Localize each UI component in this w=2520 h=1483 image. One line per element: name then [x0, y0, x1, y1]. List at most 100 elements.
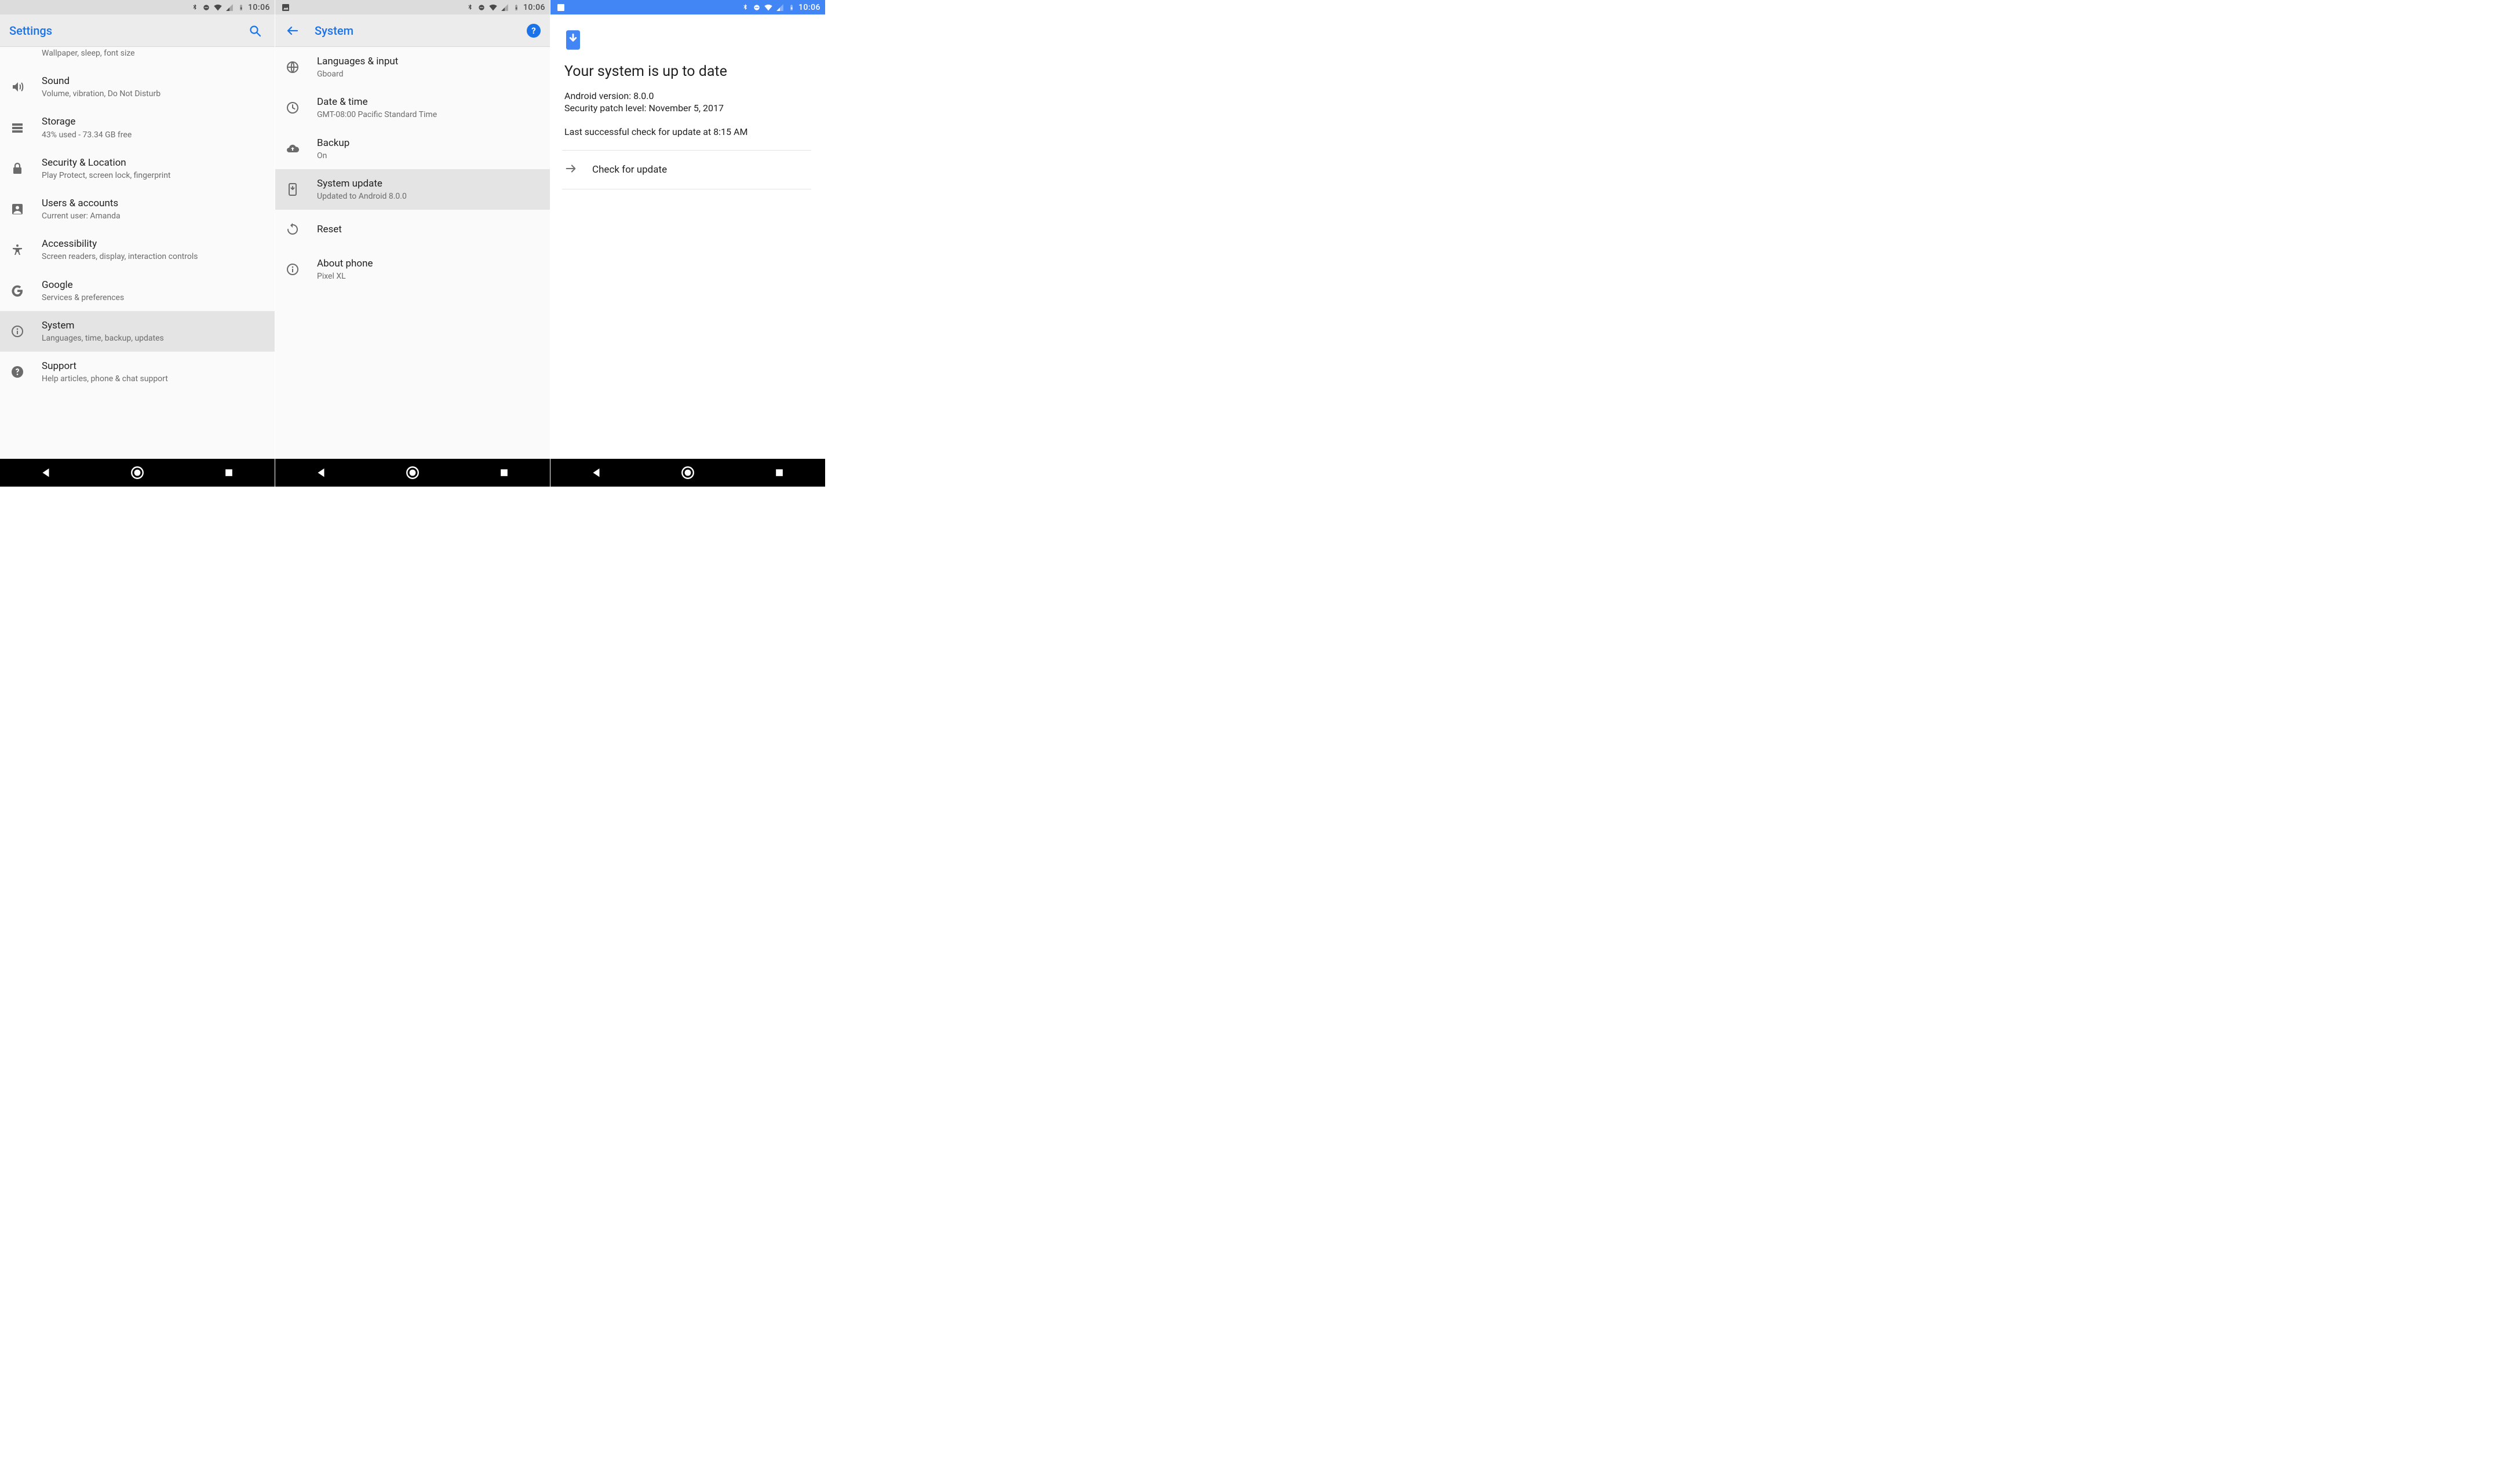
system-item-reset[interactable]: Reset	[275, 210, 550, 249]
list-title: Backup	[317, 137, 349, 149]
list-subtitle: Pixel XL	[317, 271, 373, 282]
list-title: Storage	[42, 115, 132, 128]
list-subtitle: Screen readers, display, interaction con…	[42, 251, 198, 262]
bluetooth-icon	[741, 3, 750, 12]
page-title: Settings	[9, 24, 52, 38]
nav-back-button[interactable]	[34, 461, 58, 485]
wifi-icon	[764, 3, 773, 12]
nav-home-button[interactable]	[400, 461, 425, 485]
list-subtitle: Volume, vibration, Do Not Disturb	[42, 89, 161, 99]
account-icon	[9, 202, 25, 216]
status-bar: 10:06	[550, 0, 825, 14]
settings-item-support[interactable]: SupportHelp articles, phone & chat suppo…	[0, 352, 275, 392]
nav-bar	[550, 459, 825, 487]
check-for-update-button[interactable]: Check for update	[562, 150, 811, 189]
list-subtitle: Languages, time, backup, updates	[42, 333, 164, 344]
cell-signal-icon	[225, 3, 234, 12]
dnd-icon	[202, 3, 211, 12]
list-title: Security & Location	[42, 156, 171, 169]
list-title: Accessibility	[42, 238, 198, 250]
list-subtitle: 43% used - 73.34 GB free	[42, 130, 132, 140]
status-clock: 10:06	[798, 3, 820, 12]
cloudup-icon	[285, 142, 301, 156]
settings-item-google[interactable]: GoogleServices & preferences	[0, 271, 275, 311]
list-subtitle: Help articles, phone & chat support	[42, 374, 168, 384]
system-item-about-phone[interactable]: About phonePixel XL	[275, 249, 550, 290]
system-list[interactable]: Languages & inputGboardDate & timeGMT-08…	[275, 47, 550, 459]
system-item-date-time[interactable]: Date & timeGMT-08:00 Pacific Standard Ti…	[275, 87, 550, 128]
update-headline: Your system is up to date	[564, 63, 811, 80]
list-title: System update	[317, 177, 407, 190]
settings-item-storage[interactable]: Storage 43% used - 73.34 GB free	[0, 107, 275, 148]
screen-system: 10:06 System ? Languages & inputGboardDa…	[275, 0, 550, 487]
list-title: Reset	[317, 223, 342, 236]
nav-recent-button[interactable]	[217, 461, 241, 485]
system-item-backup[interactable]: BackupOn	[275, 129, 550, 169]
sysupd-icon	[285, 182, 301, 196]
list-subtitle: Current user: Amanda	[42, 211, 121, 221]
system-item-system-update[interactable]: System updateUpdated to Android 8.0.0	[275, 169, 550, 210]
list-title: Languages & input	[317, 55, 398, 68]
settings-item-users-accounts[interactable]: Users & accountsCurrent user: Amanda	[0, 189, 275, 229]
wifi-icon	[213, 3, 223, 12]
list-subtitle: Updated to Android 8.0.0	[317, 191, 407, 202]
battery-icon	[787, 3, 796, 12]
nav-bar	[0, 459, 275, 487]
screen-settings: 10:06 Settings Wallpaper, sleep, font si…	[0, 0, 275, 487]
settings-list[interactable]: Wallpaper, sleep, font size Sound Volume,…	[0, 47, 275, 459]
status-clock: 10:06	[248, 3, 270, 12]
status-bar: 10:06	[275, 0, 550, 14]
cell-signal-icon	[775, 3, 785, 12]
volume-icon	[9, 80, 25, 94]
info-icon	[9, 324, 25, 338]
system-update-icon	[564, 30, 582, 50]
page-title: System	[315, 24, 353, 38]
nav-back-button[interactable]	[584, 461, 608, 485]
list-title: Google	[42, 279, 124, 291]
image-notif-icon	[281, 3, 290, 12]
nav-home-button[interactable]	[676, 461, 700, 485]
nav-recent-button[interactable]	[767, 461, 792, 485]
list-title: Date & time	[317, 96, 437, 108]
bluetooth-icon	[190, 3, 199, 12]
nav-home-button[interactable]	[125, 461, 149, 485]
app-bar: Settings	[0, 14, 275, 47]
list-title: About phone	[317, 257, 373, 270]
cell-signal-icon	[500, 3, 509, 12]
list-subtitle: Wallpaper, sleep, font size	[42, 48, 135, 59]
list-subtitle: GMT-08:00 Pacific Standard Time	[317, 109, 437, 120]
update-page: Your system is up to date Android versio…	[550, 14, 825, 459]
settings-item-sound[interactable]: Sound Volume, vibration, Do Not Disturb	[0, 67, 275, 107]
arrow-right-icon	[564, 162, 577, 177]
list-title: Users & accounts	[42, 197, 121, 210]
list-title: Sound	[42, 75, 161, 87]
status-clock: 10:06	[523, 3, 545, 12]
bluetooth-icon	[465, 3, 475, 12]
globe-icon	[285, 60, 301, 74]
google-icon	[9, 284, 25, 298]
storage-icon	[9, 121, 25, 135]
list-item-display-partial[interactable]: Wallpaper, sleep, font size	[0, 47, 275, 67]
info-icon	[285, 262, 301, 276]
dnd-icon	[752, 3, 761, 12]
search-button[interactable]	[245, 20, 265, 41]
nav-recent-button[interactable]	[492, 461, 516, 485]
help-icon	[9, 365, 25, 379]
back-button[interactable]	[282, 20, 303, 41]
status-bar: 10:06	[0, 0, 275, 14]
list-subtitle: Play Protect, screen lock, fingerprint	[42, 170, 171, 181]
settings-item-accessibility[interactable]: AccessibilityScreen readers, display, in…	[0, 229, 275, 270]
settings-item-system[interactable]: SystemLanguages, time, backup, updates	[0, 311, 275, 352]
image-notif-icon	[556, 3, 566, 12]
system-item-languages-input[interactable]: Languages & inputGboard	[275, 47, 550, 87]
lock-icon	[9, 162, 25, 176]
list-title: System	[42, 319, 164, 332]
help-button[interactable]: ?	[527, 24, 541, 38]
clock-icon	[285, 101, 301, 115]
battery-icon	[236, 3, 246, 12]
settings-item-security-location[interactable]: Security & LocationPlay Protect, screen …	[0, 148, 275, 189]
screen-update: 10:06 Your system is up to date Android …	[550, 0, 826, 487]
last-check-line: Last successful check for update at 8:15…	[564, 126, 811, 137]
android-version-line: Android version: 8.0.0	[564, 90, 811, 101]
nav-back-button[interactable]	[309, 461, 333, 485]
